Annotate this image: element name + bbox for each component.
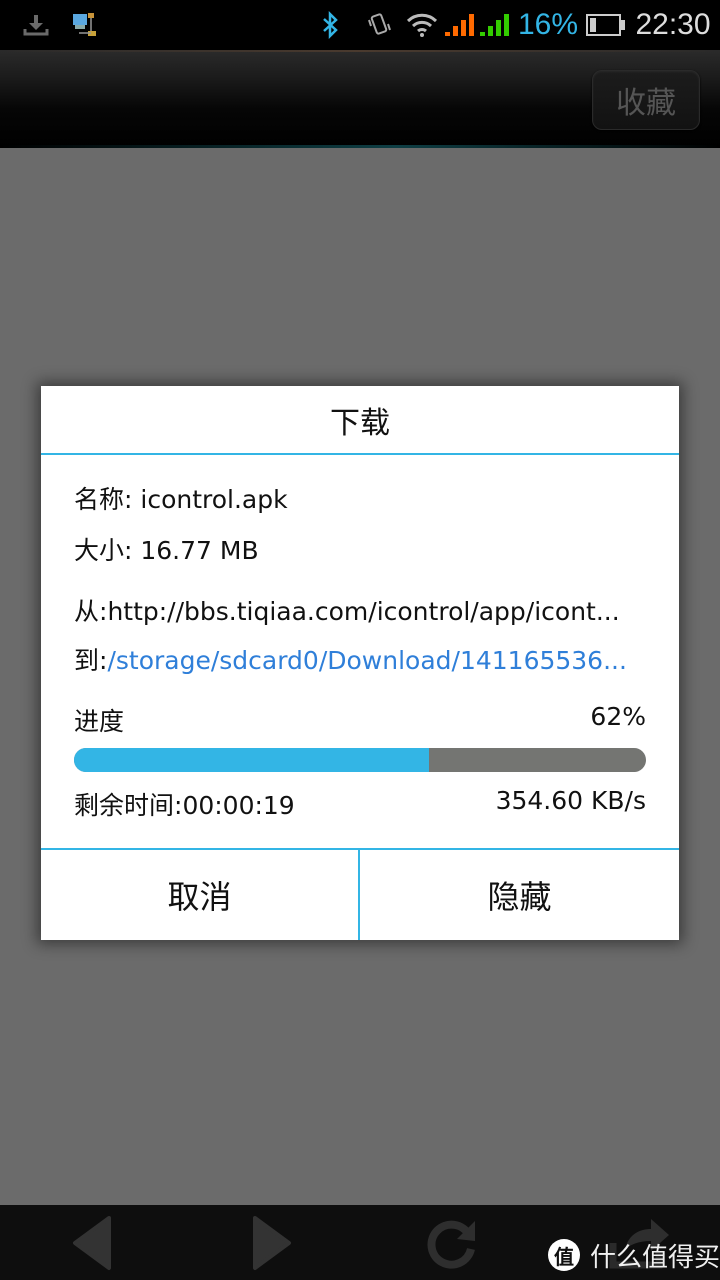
bluetooth-icon xyxy=(318,0,342,50)
file-size-row: 大小: 16.77 MB xyxy=(74,531,259,567)
progress-label: 进度 xyxy=(74,707,125,736)
back-arrow-icon[interactable] xyxy=(62,1205,122,1280)
screen: 16% 22:30 收藏 下载 名称: icontrol.apk 大小: 16.… xyxy=(0,0,720,1280)
hide-button[interactable]: 隐藏 xyxy=(360,850,679,940)
app-bar: 收藏 xyxy=(0,50,720,148)
watermark-logo: 值 xyxy=(548,1239,580,1271)
favorite-button[interactable]: 收藏 xyxy=(592,70,700,130)
network-icon xyxy=(70,0,100,50)
file-size-value: 16.77 MB xyxy=(140,536,259,565)
title-divider xyxy=(41,453,679,455)
remaining-time: 剩余时间:00:00:19 xyxy=(74,786,295,822)
wifi-icon xyxy=(405,0,439,50)
source-label: 从: xyxy=(74,597,108,626)
destination-row: 到:/storage/sdcard0/Download/141165536... xyxy=(74,641,627,677)
forward-arrow-icon[interactable] xyxy=(242,1205,302,1280)
remaining-time-value: 00:00:19 xyxy=(182,791,295,820)
download-dialog: 下载 名称: icontrol.apk 大小: 16.77 MB 从:http:… xyxy=(41,386,679,940)
file-size-label: 大小: xyxy=(74,536,141,565)
remaining-time-label: 剩余时间: xyxy=(74,791,183,820)
file-name-label: 名称: xyxy=(74,485,141,514)
progress-fill xyxy=(74,748,429,772)
vibrate-icon xyxy=(365,0,393,50)
dialog-title: 下载 xyxy=(330,405,390,441)
battery-icon xyxy=(586,0,626,50)
battery-percent: 16% xyxy=(517,8,579,41)
source-url-row: 从:http://bbs.tiqiaa.com/icontrol/app/ico… xyxy=(74,592,620,628)
refresh-icon[interactable] xyxy=(418,1205,488,1280)
progress-bar xyxy=(74,748,646,772)
download-speed: 354.60 KB/s xyxy=(495,786,646,815)
file-name-value: icontrol.apk xyxy=(140,485,288,514)
destination-path[interactable]: /storage/sdcard0/Download/141165536... xyxy=(107,646,627,675)
status-bar: 16% 22:30 xyxy=(0,0,720,50)
watermark-text: 什么值得买 xyxy=(590,1242,720,1273)
download-icon xyxy=(22,0,50,50)
file-name-row: 名称: icontrol.apk xyxy=(74,480,288,516)
clock: 22:30 xyxy=(635,8,711,41)
watermark: 值 什么值得买 xyxy=(548,1237,720,1273)
signal-2-icon xyxy=(478,0,512,50)
progress-percent: 62% xyxy=(590,702,646,731)
destination-label: 到: xyxy=(74,646,108,675)
signal-1-icon xyxy=(443,0,477,50)
cancel-button[interactable]: 取消 xyxy=(41,850,358,940)
source-url: http://bbs.tiqiaa.com/icontrol/app/icont… xyxy=(107,597,620,626)
